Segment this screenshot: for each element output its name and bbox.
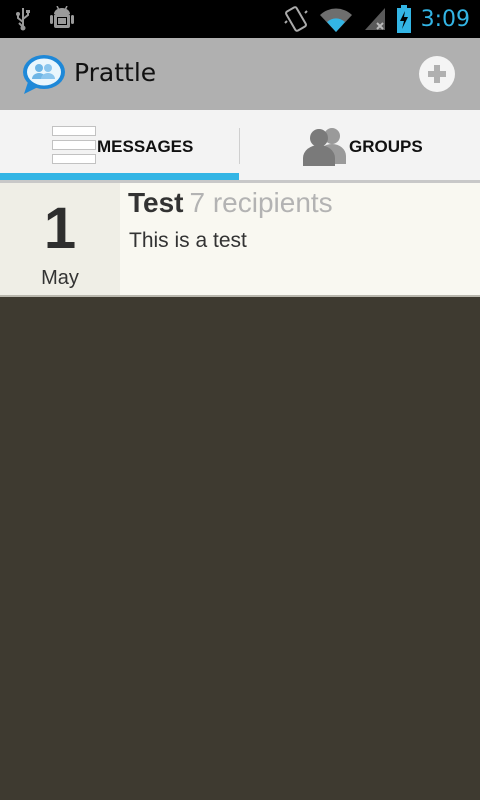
- message-day: 1: [43, 196, 77, 261]
- android-debug-icon: [50, 6, 74, 28]
- usb-icon: [16, 8, 30, 31]
- no-signal-icon: [364, 8, 385, 30]
- wifi-icon: [319, 8, 352, 32]
- chat-bubble-people-icon[interactable]: [20, 52, 66, 96]
- vibrate-icon: [283, 6, 308, 32]
- status-system-icons: 3:09: [283, 4, 470, 34]
- app-title: Prattle: [74, 58, 157, 87]
- clock: 3:09: [420, 6, 470, 32]
- message-body: This is a test: [129, 229, 247, 252]
- action-bar: Prattle: [0, 38, 480, 110]
- plus-circle-icon: [428, 65, 446, 83]
- status-bar: 3:09: [0, 0, 480, 38]
- list-divider: [0, 295, 480, 297]
- message-date: 1 May: [0, 183, 120, 297]
- message-header: Test 7 recipients: [128, 187, 333, 219]
- status-notifications: [14, 6, 74, 32]
- message-list: 1 May Test 7 recipients This is a test: [0, 183, 480, 297]
- message-title: Test: [128, 187, 184, 218]
- tab-messages-label: MESSAGES: [97, 137, 194, 156]
- tab-groups-label: GROUPS: [349, 137, 423, 156]
- add-button[interactable]: [419, 56, 455, 92]
- tab-groups[interactable]: GROUPS: [240, 110, 480, 183]
- message-month: May: [41, 267, 79, 289]
- list-icon: [52, 126, 96, 166]
- battery-charging-icon: [396, 5, 411, 33]
- message-recipients: 7 recipients: [189, 187, 333, 218]
- list-item[interactable]: 1 May Test 7 recipients This is a test: [0, 183, 480, 297]
- people-icon: [303, 128, 346, 166]
